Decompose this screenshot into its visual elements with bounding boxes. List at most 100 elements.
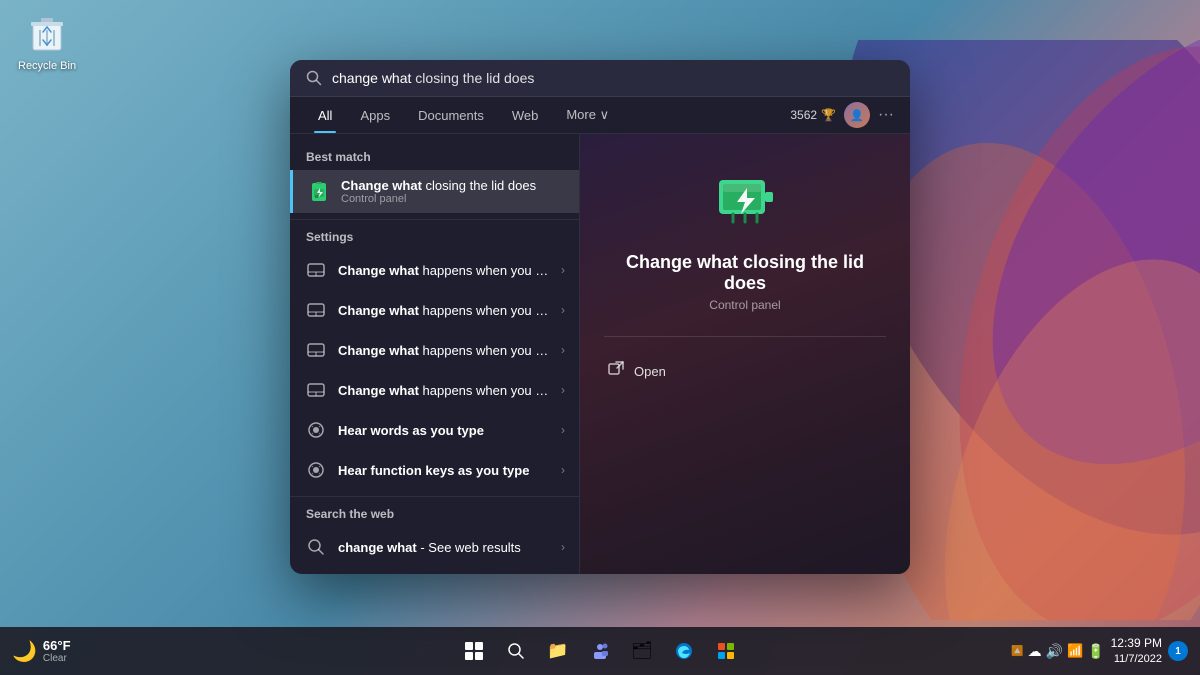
recycle-bin-image	[25, 12, 69, 56]
taskbar: 🌙 66°F Clear 📁	[0, 627, 1200, 675]
tab-more[interactable]: More ∨	[554, 97, 621, 133]
folder-button[interactable]: 🗂	[624, 633, 660, 669]
touchpad-icon-1	[304, 258, 328, 282]
settings-result-2-text: Change what happens when you drag four f…	[338, 303, 551, 318]
search-results-panel: Best match	[290, 134, 580, 574]
battery-icon: 🔋	[1087, 643, 1104, 660]
settings-result-5-text: Hear words as you type	[338, 423, 551, 438]
tabs-right-section: 3562 🏆 👤 ···	[790, 102, 894, 128]
weather-condition: Clear	[43, 653, 71, 664]
volume-icon[interactable]: 🔊	[1046, 643, 1063, 660]
score-icon: 🏆	[821, 108, 836, 122]
web-search-result[interactable]: change what - See web results ›	[290, 527, 579, 567]
clock-time: 12:39 PM	[1111, 635, 1162, 652]
tray-chevron[interactable]: 🔼	[1011, 646, 1023, 657]
windows-logo	[465, 642, 483, 660]
settings-result-3[interactable]: Change what happens when you use four fi…	[290, 330, 579, 370]
notification-button[interactable]: 1	[1168, 641, 1188, 661]
edge-button[interactable]	[666, 633, 702, 669]
system-clock[interactable]: 12:39 PM 11/7/2022	[1111, 635, 1162, 667]
search-query-bold: change what	[332, 70, 411, 86]
settings-result-4[interactable]: Change what happens when you drag three …	[290, 370, 579, 410]
accessibility-icon-2	[304, 458, 328, 482]
open-icon	[608, 361, 624, 381]
divider-2	[290, 496, 579, 497]
best-match-icon	[307, 180, 331, 204]
settings-result-6[interactable]: Hear function keys as you type ›	[290, 450, 579, 490]
arrow-icon-6: ›	[561, 463, 565, 477]
settings-result-4-text: Change what happens when you drag three …	[338, 383, 551, 398]
touchpad-icon-3	[304, 338, 328, 362]
arrow-icon-5: ›	[561, 423, 565, 437]
best-match-result[interactable]: Change what closing the lid does Control…	[290, 170, 579, 213]
score-value: 3562	[790, 108, 817, 122]
accessibility-icon-1	[304, 418, 328, 442]
settings-result-5[interactable]: Hear words as you type ›	[290, 410, 579, 450]
tab-web[interactable]: Web	[500, 98, 551, 133]
settings-result-2-title: Change what happens when you drag four f…	[338, 303, 551, 318]
recycle-bin-icon[interactable]: Recycle Bin	[18, 12, 76, 72]
clock-date: 11/7/2022	[1111, 652, 1162, 667]
arrow-icon-3: ›	[561, 343, 565, 357]
tab-documents[interactable]: Documents	[406, 98, 496, 133]
settings-result-4-title: Change what happens when you drag three …	[338, 383, 551, 398]
arrow-icon-1: ›	[561, 263, 565, 277]
settings-result-6-title: Hear function keys as you type	[338, 463, 551, 478]
best-match-title: Change what closing the lid does	[341, 178, 565, 193]
arrow-icon-2: ›	[561, 303, 565, 317]
web-query-bold: change what	[338, 540, 417, 555]
touchpad-icon-2	[304, 298, 328, 322]
best-match-title-bold: Change what	[341, 178, 422, 193]
teams-button[interactable]	[582, 633, 618, 669]
best-match-text: Change what closing the lid does Control…	[341, 178, 565, 205]
touchpad-icon-4	[304, 378, 328, 402]
system-tray: 🔼 ☁ 🔊 📶 🔋	[1011, 643, 1105, 660]
search-bar[interactable]: change what closing the lid does	[290, 60, 910, 97]
settings-result-1-text: Change what happens when you use three f…	[338, 263, 551, 278]
divider-1	[290, 219, 579, 220]
preview-actions: Open	[604, 353, 886, 389]
weather-widget[interactable]: 🌙 66°F Clear	[12, 638, 71, 664]
weather-info: 66°F Clear	[43, 638, 71, 664]
preview-icon	[709, 164, 781, 236]
file-explorer-button[interactable]: 📁	[540, 633, 576, 669]
desktop: Recycle Bin change what closing the lid …	[0, 0, 1200, 675]
search-icon	[306, 70, 322, 86]
taskbar-search-button[interactable]	[498, 633, 534, 669]
search-query-normal: closing the lid does	[411, 70, 534, 86]
search-input[interactable]: change what closing the lid does	[332, 70, 894, 86]
preview-divider	[604, 336, 886, 337]
best-match-title-normal: closing the lid does	[422, 178, 536, 193]
settings-label: Settings	[290, 226, 579, 250]
taskbar-right: 🔼 ☁ 🔊 📶 🔋 12:39 PM 11/7/2022 1	[1011, 635, 1188, 667]
settings-result-1-title: Change what happens when you use three f…	[338, 263, 551, 278]
web-query-normal: - See web results	[417, 540, 521, 555]
settings-result-1[interactable]: Change what happens when you use three f…	[290, 250, 579, 290]
settings-result-2[interactable]: Change what happens when you drag four f…	[290, 290, 579, 330]
tabs-list: All Apps Documents Web More ∨	[306, 97, 621, 133]
preview-title-normal: closing the lid does	[724, 252, 864, 293]
open-action[interactable]: Open	[604, 353, 886, 389]
recycle-bin-label: Recycle Bin	[18, 60, 76, 72]
network-icon[interactable]: 📶	[1067, 643, 1083, 659]
preview-subtitle: Control panel	[709, 298, 780, 312]
start-button[interactable]	[456, 633, 492, 669]
web-search-title: change what - See web results	[338, 540, 551, 555]
settings-result-3-text: Change what happens when you use four fi…	[338, 343, 551, 358]
settings-result-3-title: Change what happens when you use four fi…	[338, 343, 551, 358]
more-options-button[interactable]: ···	[878, 106, 894, 124]
weather-icon: 🌙	[12, 639, 37, 664]
settings-result-6-text: Hear function keys as you type	[338, 463, 551, 478]
user-avatar[interactable]: 👤	[844, 102, 870, 128]
open-action-label: Open	[634, 364, 666, 379]
best-match-subtitle: Control panel	[341, 193, 565, 205]
tab-apps[interactable]: Apps	[348, 98, 402, 133]
user-score: 3562 🏆	[790, 108, 836, 122]
tab-all[interactable]: All	[306, 98, 344, 133]
web-arrow-icon: ›	[561, 540, 565, 554]
preview-title: Change what closing the lid does	[604, 252, 886, 294]
store-button[interactable]	[708, 633, 744, 669]
settings-result-5-title: Hear words as you type	[338, 423, 551, 438]
weather-temp: 66°F	[43, 638, 71, 653]
search-body: Best match	[290, 134, 910, 574]
